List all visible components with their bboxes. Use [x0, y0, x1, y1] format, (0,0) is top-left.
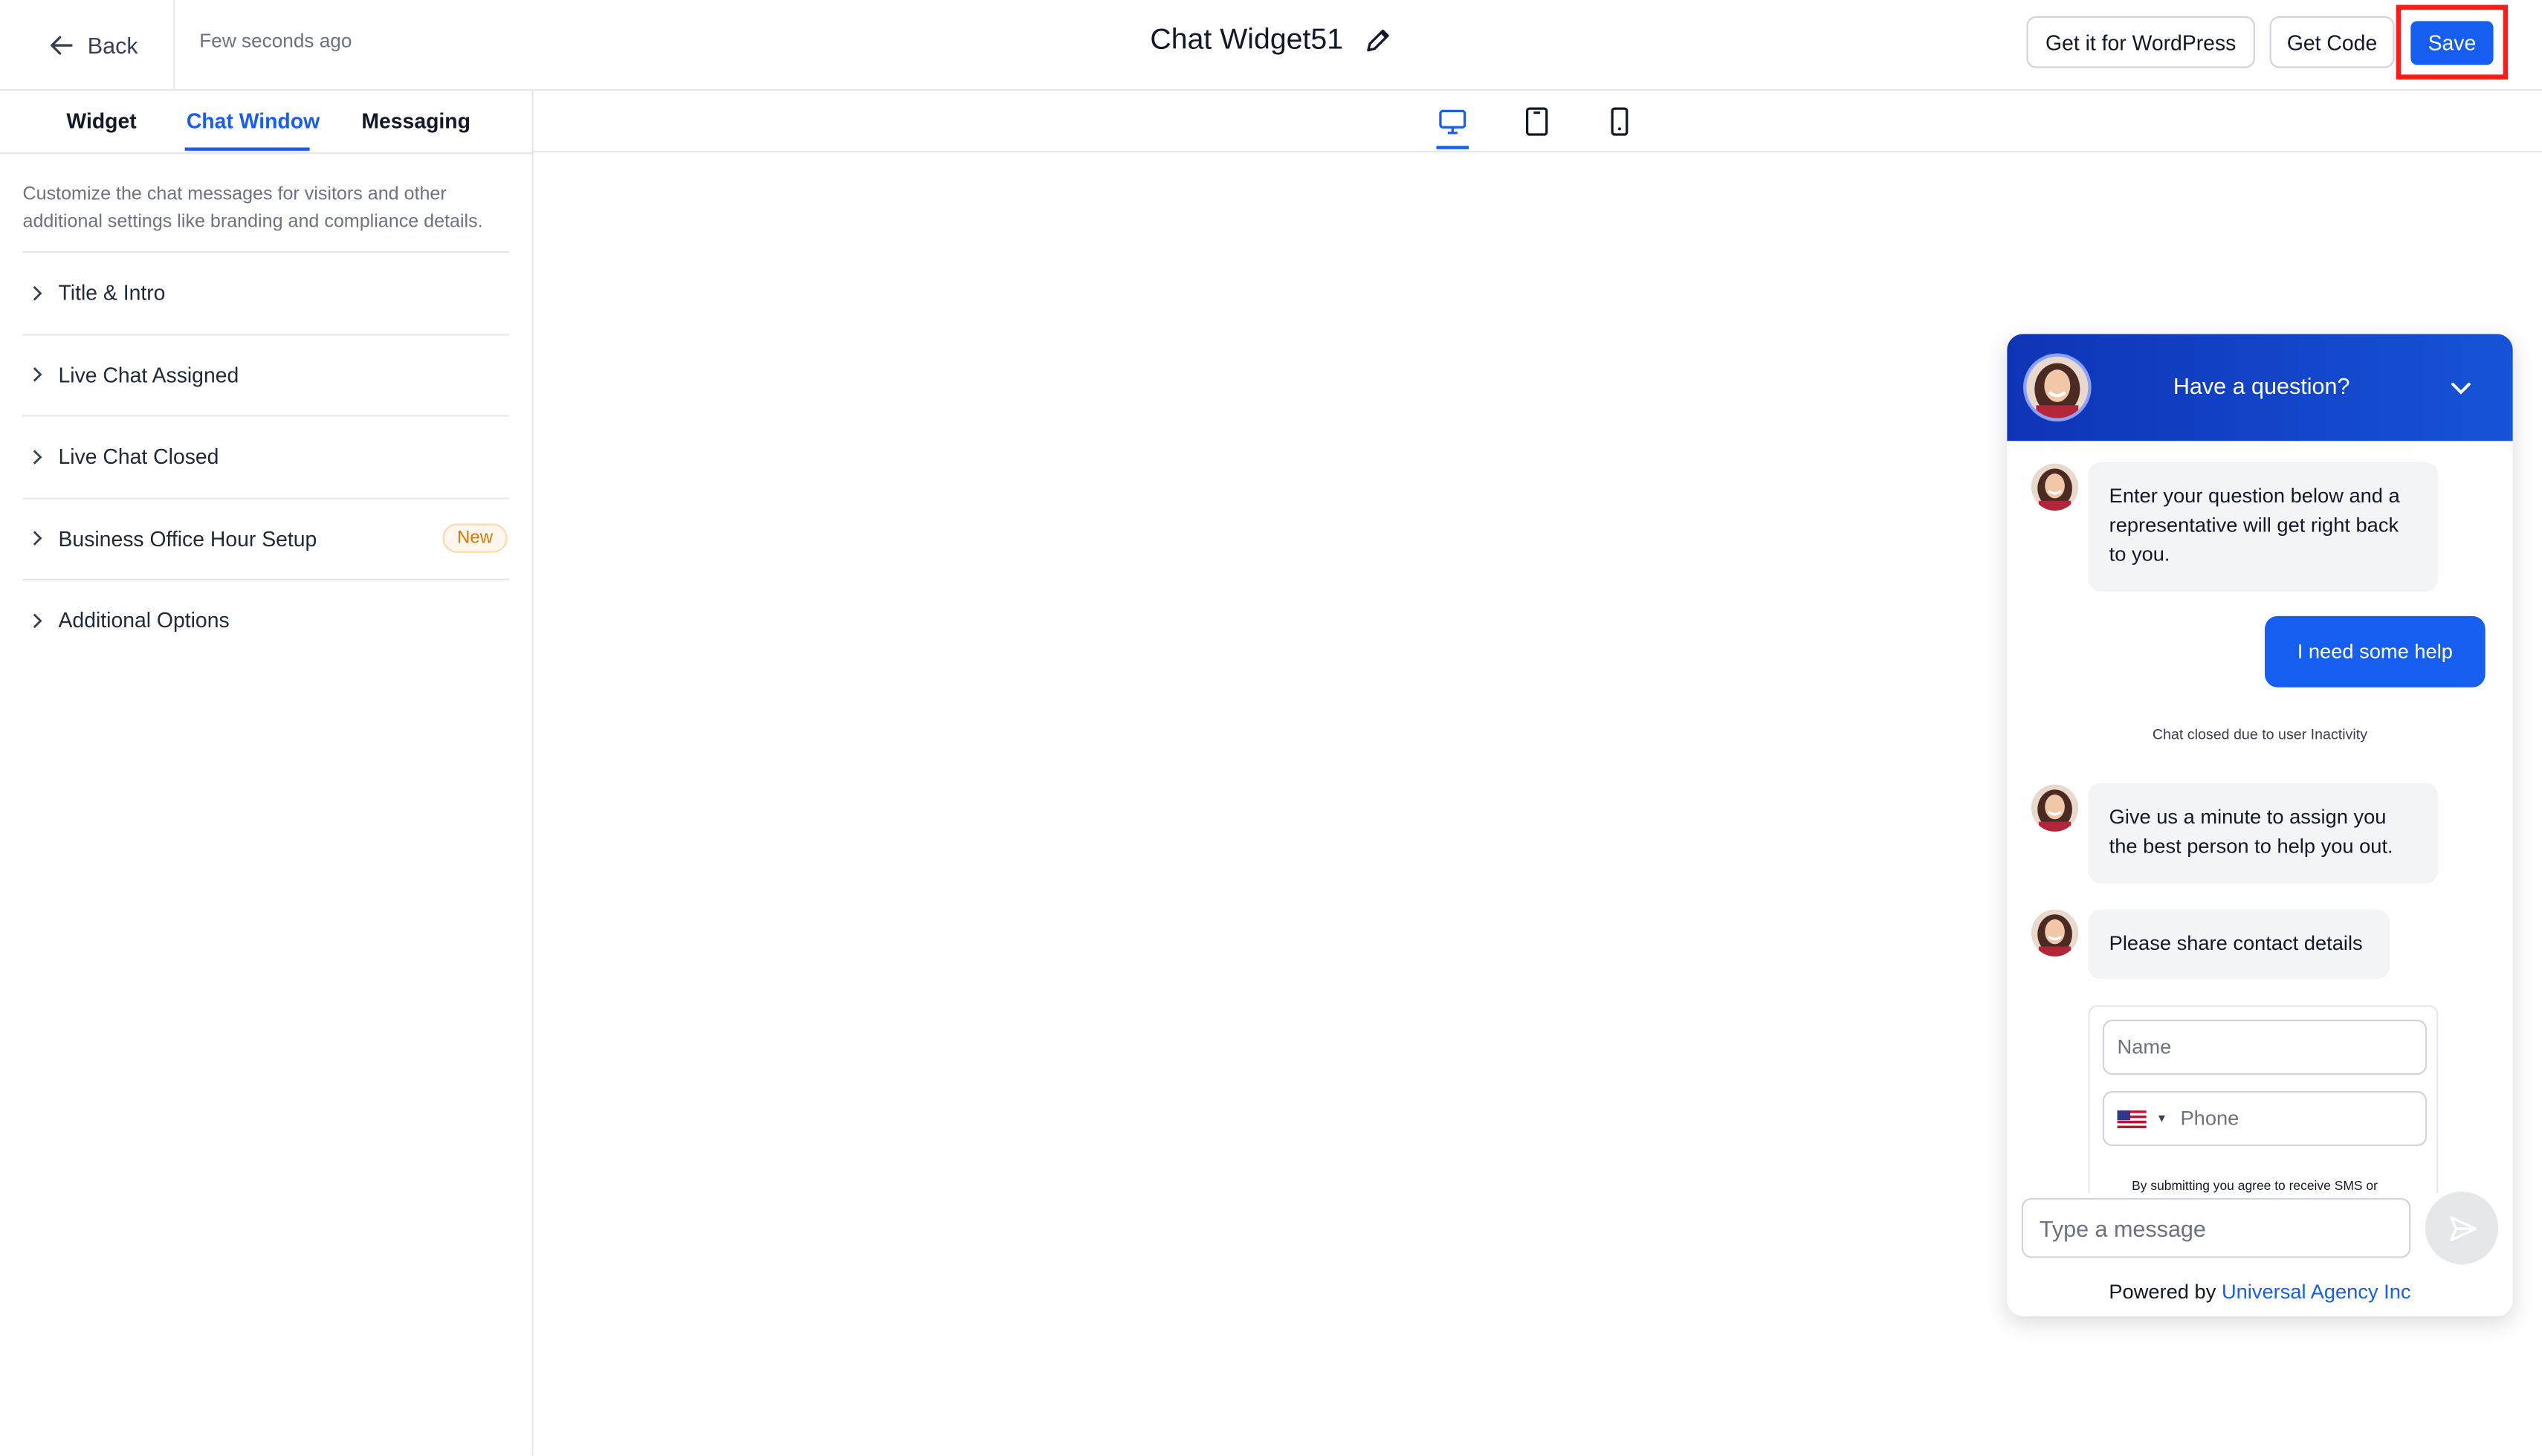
- new-badge: New: [442, 522, 508, 552]
- section-business-office-hours[interactable]: Business Office Hour Setup New: [22, 499, 509, 580]
- chevron-down-icon[interactable]: [2448, 375, 2474, 401]
- mobile-icon: [1611, 107, 1629, 136]
- back-button[interactable]: Back: [0, 0, 175, 89]
- powered-by-label: Powered by: [2109, 1281, 2216, 1304]
- contact-form: Name ▼ Phone By submitting you agree to …: [2088, 1005, 2439, 1194]
- section-label: Live Chat Assigned: [58, 363, 239, 387]
- tablet-icon: [1525, 107, 1548, 136]
- agent-avatar-small: [2031, 909, 2079, 957]
- phone-placeholder: Phone: [2180, 1107, 2239, 1130]
- active-device-indicator: [1436, 146, 1469, 149]
- tab-messaging[interactable]: Messaging: [361, 109, 470, 133]
- agent-avatar-small: [2031, 784, 2079, 832]
- name-placeholder: Name: [2117, 1035, 2172, 1059]
- settings-panel: Widget Chat Window Messaging Customize t…: [0, 91, 534, 1456]
- arrow-left-icon: [51, 35, 73, 54]
- section-label: Additional Options: [58, 608, 230, 633]
- section-label: Business Office Hour Setup: [58, 526, 317, 551]
- tab-chat-window[interactable]: Chat Window: [187, 109, 320, 133]
- message-placeholder: Type a message: [2039, 1214, 2206, 1241]
- agent-avatar: [2023, 353, 2092, 422]
- chat-widget-preview: Have a question? Enter your question bel…: [2007, 334, 2513, 1317]
- tab-bar: Widget Chat Window Messaging: [0, 91, 532, 155]
- system-message: Chat closed due to user Inactivity: [2152, 726, 2368, 742]
- panel-description: Customize the chat messages for visitors…: [22, 184, 483, 232]
- section-title-intro[interactable]: Title & Intro: [22, 253, 509, 335]
- agent-message-contact: Please share contact details: [2088, 909, 2390, 980]
- agency-link[interactable]: Universal Agency Inc: [2222, 1281, 2411, 1304]
- agent-message-intro: Enter your question below and a represen…: [2088, 462, 2439, 592]
- user-message: I need some help: [2265, 615, 2486, 687]
- tablet-preview-toggle[interactable]: [1521, 106, 1553, 138]
- top-bar: Back Few seconds ago Chat Widget51 Get i…: [0, 0, 2542, 91]
- phone-input[interactable]: ▼ Phone: [2102, 1090, 2428, 1147]
- section-label: Title & Intro: [58, 280, 166, 305]
- section-live-chat-closed[interactable]: Live Chat Closed: [22, 417, 509, 499]
- device-toggle-bar: [533, 91, 2542, 153]
- chevron-right-icon: [33, 613, 42, 628]
- chevron-right-icon: [33, 449, 42, 465]
- send-icon: [2449, 1215, 2477, 1241]
- section-additional-options[interactable]: Additional Options: [23, 580, 509, 661]
- agent-portrait-icon: [2031, 909, 2079, 957]
- chat-title: Have a question?: [2173, 372, 2350, 399]
- settings-accordion: Title & Intro Live Chat Assigned Live Ch…: [22, 251, 509, 661]
- chat-header: Have a question?: [2007, 334, 2513, 441]
- section-live-chat-assigned[interactable]: Live Chat Assigned: [22, 334, 509, 417]
- send-button[interactable]: [2425, 1191, 2499, 1265]
- mobile-preview-toggle[interactable]: [1603, 106, 1636, 138]
- get-wordpress-button[interactable]: Get it for WordPress: [2026, 16, 2255, 68]
- pencil-icon[interactable]: [1362, 25, 1391, 54]
- save-button[interactable]: Save: [2410, 21, 2494, 65]
- app-root: Back Few seconds ago Chat Widget51 Get i…: [0, 0, 2542, 1456]
- caret-down-icon[interactable]: ▼: [2156, 1113, 2167, 1124]
- agent-portrait-icon: [2031, 784, 2079, 832]
- desktop-preview-toggle[interactable]: [1436, 106, 1469, 138]
- name-input[interactable]: Name: [2102, 1019, 2428, 1075]
- active-tab-indicator: [184, 147, 310, 151]
- desktop-icon: [1439, 109, 1466, 135]
- get-code-button[interactable]: Get Code: [2269, 16, 2395, 68]
- section-label: Live Chat Closed: [58, 444, 219, 469]
- chevron-right-icon: [33, 285, 42, 300]
- us-flag-icon[interactable]: [2117, 1109, 2147, 1127]
- agent-portrait-icon: [2026, 356, 2089, 418]
- chevron-right-icon: [33, 367, 42, 383]
- agent-portrait-icon: [2031, 463, 2079, 511]
- message-input[interactable]: Type a message: [2021, 1197, 2411, 1258]
- back-label: Back: [87, 31, 138, 58]
- consent-text: By submitting you agree to receive SMS o…: [2132, 1178, 2378, 1194]
- agent-message-assign: Give us a minute to assign you the best …: [2088, 783, 2439, 884]
- saved-timestamp: Few seconds ago: [199, 29, 352, 52]
- agent-avatar-small: [2031, 463, 2079, 511]
- tab-widget[interactable]: Widget: [66, 109, 136, 133]
- page-title: Chat Widget51: [1150, 22, 1344, 56]
- powered-by: Powered by Universal Agency Inc: [2007, 1281, 2513, 1304]
- chevron-right-icon: [33, 531, 42, 546]
